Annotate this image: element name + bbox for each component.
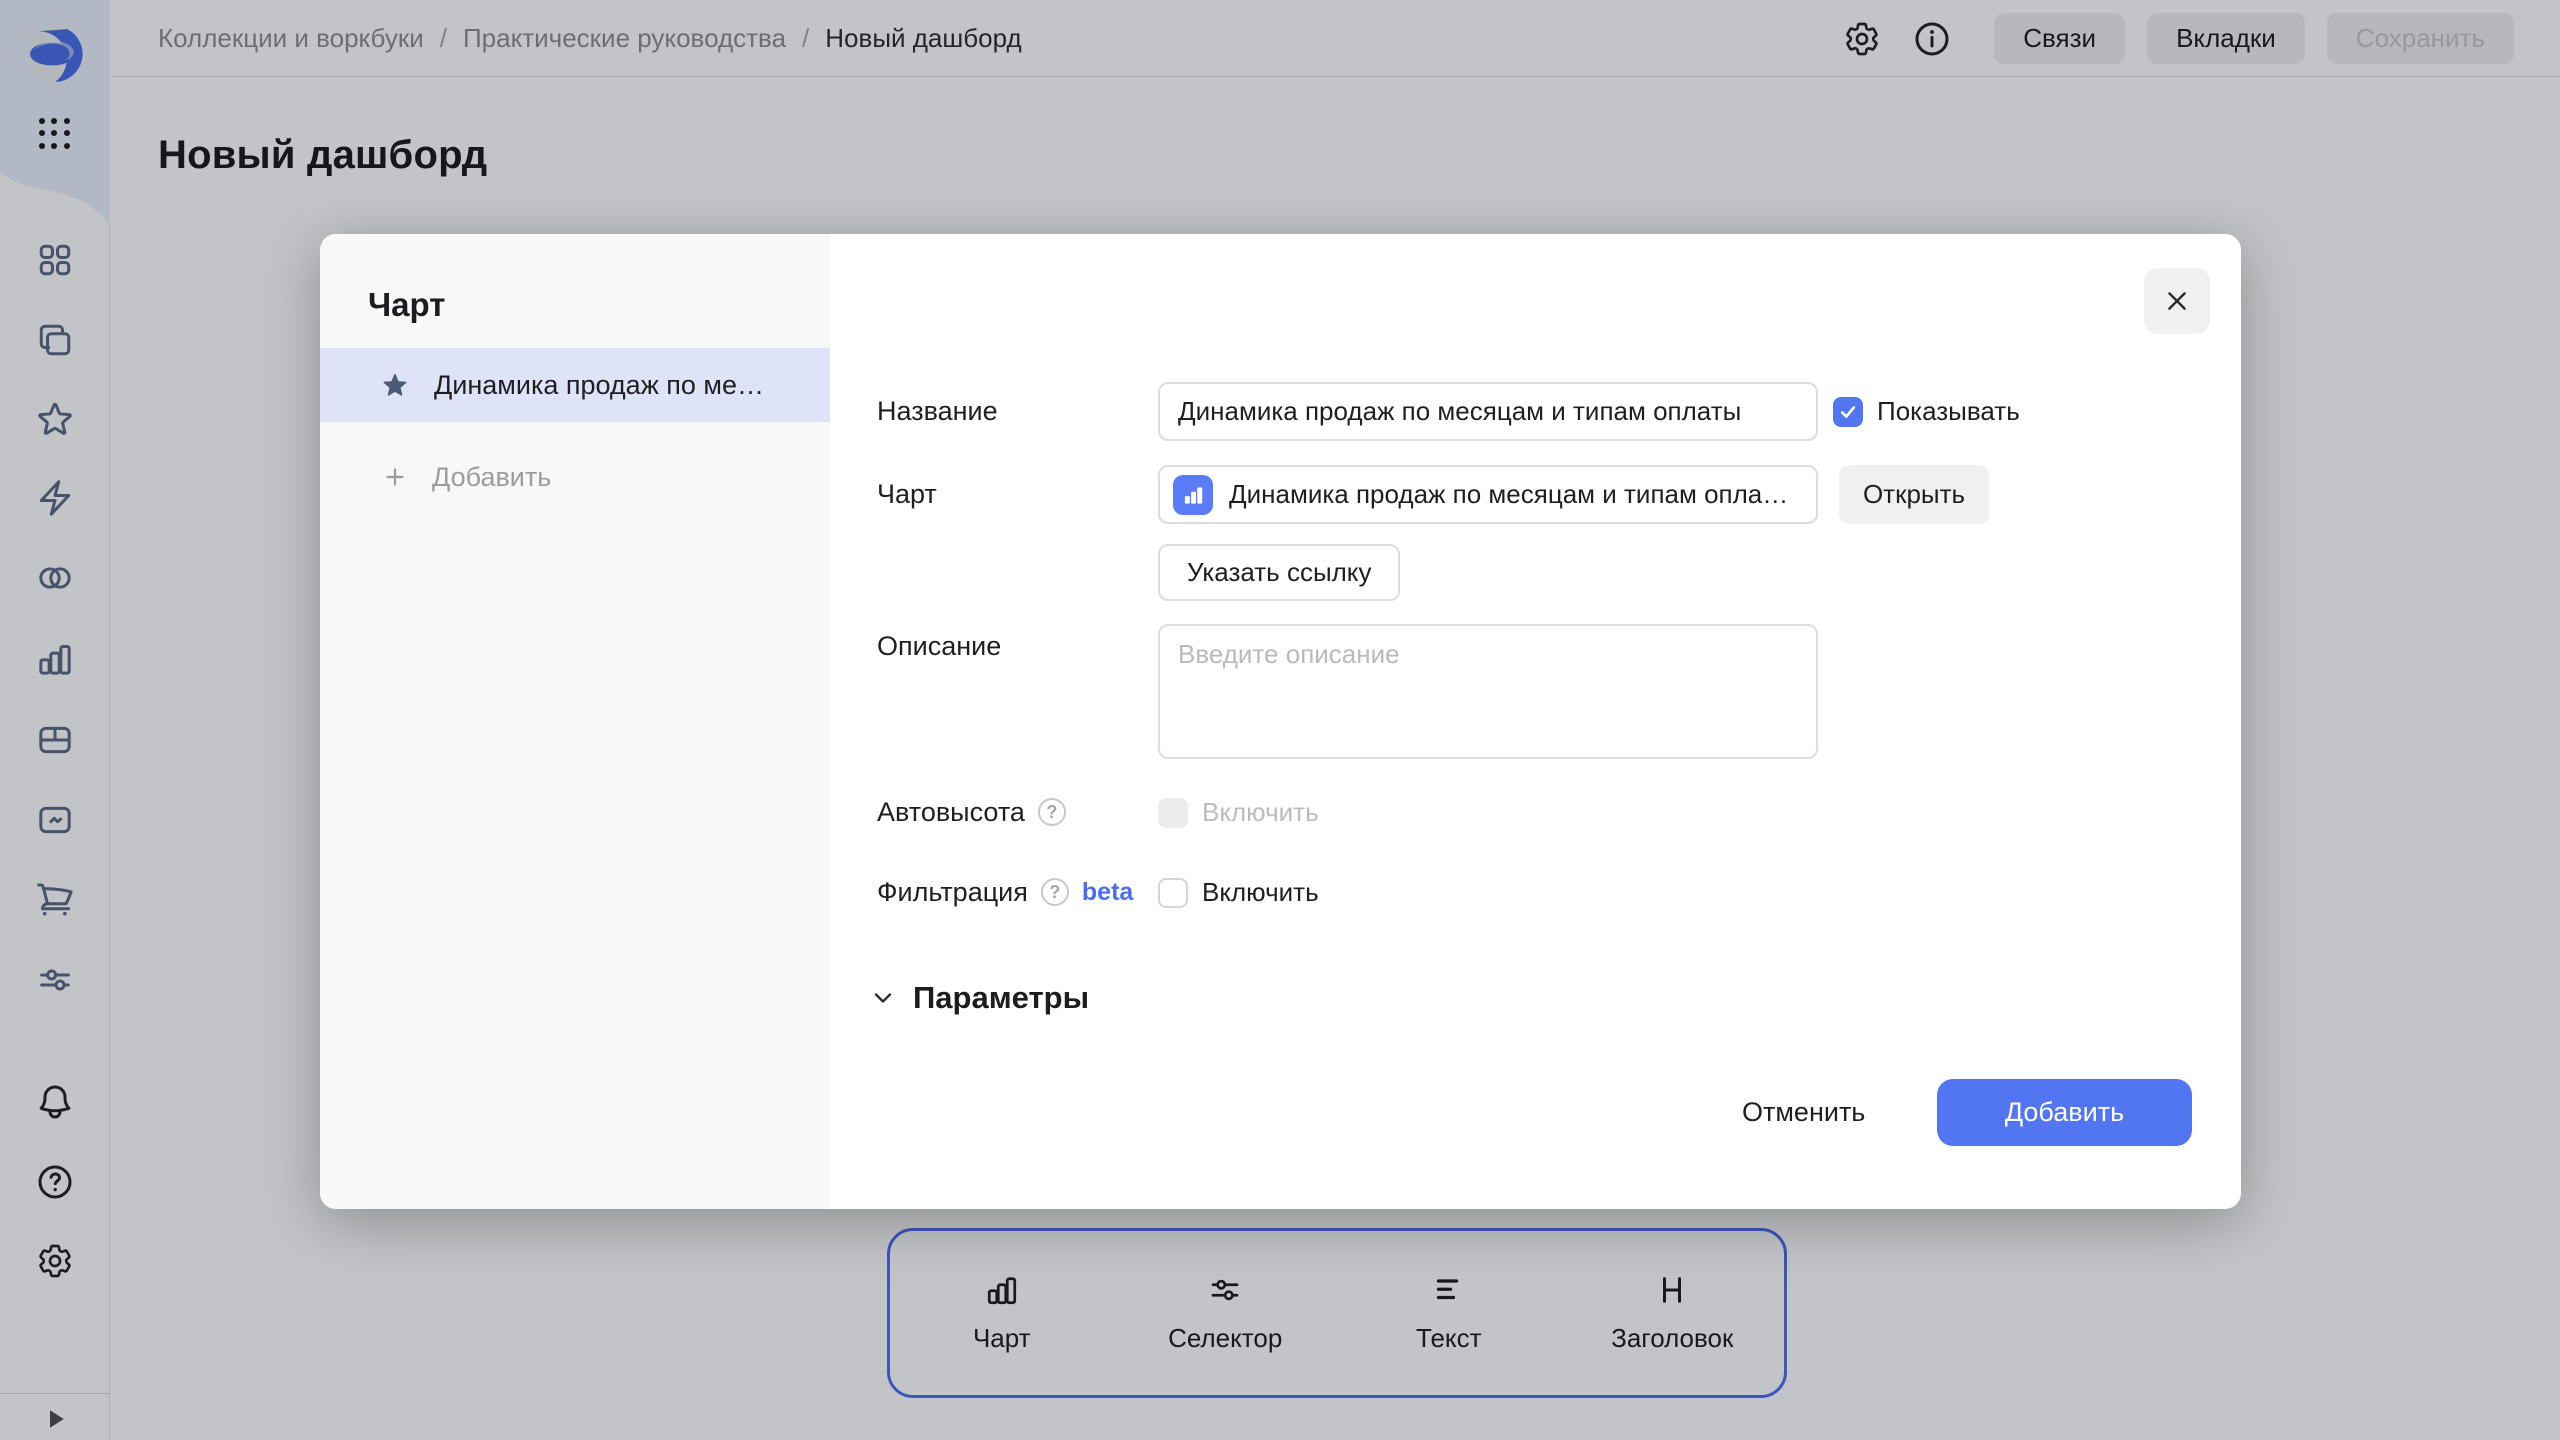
chart-chip[interactable]: Динамика продаж по месяцам и типам опла… (1158, 465, 1818, 524)
dialog-left-panel: Чарт Динамика продаж по ме… Добавить (320, 234, 830, 1209)
star-filled-icon (383, 373, 407, 396)
chart-list-item-label: Динамика продаж по ме… (434, 369, 764, 400)
open-chart-button[interactable]: Открыть (1839, 465, 1989, 524)
show-checkbox-group: Показывать (1833, 382, 2020, 441)
add-chart-list-item[interactable]: Добавить (320, 448, 830, 506)
chevron-down-icon (874, 993, 892, 1003)
filtering-label-group: Фильтрация ? beta (877, 877, 1133, 907)
name-field-label: Название (877, 396, 998, 426)
filtering-checkbox[interactable] (1158, 877, 1188, 908)
add-chart-list-label: Добавить (432, 461, 552, 492)
name-input[interactable] (1158, 382, 1818, 441)
autoheight-label-group: Автовысота ? (877, 797, 1066, 827)
show-checkbox[interactable] (1833, 396, 1863, 427)
parameters-collapse[interactable]: Параметры (869, 980, 1089, 1016)
chart-list-item-selected[interactable]: Динамика продаж по ме… (320, 348, 830, 422)
description-field-label: Описание (877, 631, 1002, 661)
autoheight-toggle-label: Включить (1202, 797, 1319, 827)
autoheight-field-label: Автовысота (877, 797, 1025, 827)
parameters-title: Параметры (913, 980, 1090, 1015)
chart-chip-icon (1173, 474, 1213, 515)
plus-icon (386, 468, 404, 486)
filtering-field-label: Фильтрация (877, 877, 1028, 907)
close-icon (2168, 292, 2186, 310)
cancel-button[interactable]: Отменить (1712, 1079, 1895, 1146)
filtering-checkbox-group: Включить (1158, 877, 1319, 908)
filtering-toggle-label: Включить (1202, 877, 1319, 907)
chart-field-label: Чарт (877, 479, 937, 509)
add-chart-dialog: Чарт Динамика продаж по ме… Добавить Наз… (320, 234, 2241, 1209)
autoheight-help-icon[interactable]: ? (1037, 798, 1066, 826)
show-checkbox-label: Показывать (1877, 396, 2020, 426)
close-dialog-button[interactable] (2144, 268, 2210, 334)
set-link-button[interactable]: Указать ссылку (1158, 544, 1401, 601)
add-button[interactable]: Добавить (1937, 1079, 2192, 1146)
dialog-title: Чарт (368, 286, 446, 323)
autoheight-checkbox (1158, 797, 1188, 828)
autoheight-checkbox-group: Включить (1158, 797, 1319, 828)
checkmark-icon (1840, 405, 1856, 418)
chart-chip-label: Динамика продаж по месяцам и типам опла… (1229, 479, 1789, 509)
beta-badge: beta (1081, 877, 1134, 906)
filtering-help-icon[interactable]: ? (1040, 878, 1069, 906)
description-textarea[interactable] (1158, 624, 1818, 759)
